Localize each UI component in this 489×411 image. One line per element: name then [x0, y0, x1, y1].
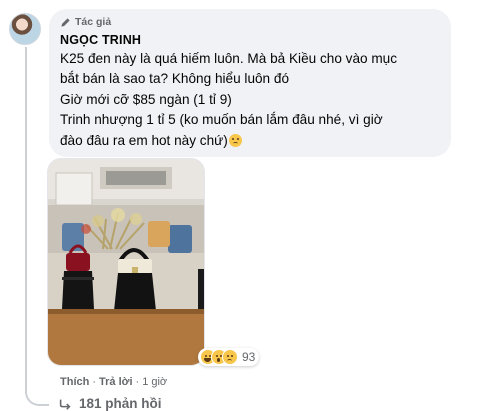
- comment-line: đào đâu ra em hot này chứ): [60, 132, 228, 148]
- sad-face-icon: [228, 133, 242, 147]
- comment-line: Giờ mới cỡ $85 ngàn (1 tỉ 9): [60, 91, 232, 107]
- author-badge-label: Tác giả: [75, 16, 112, 28]
- attached-photo[interactable]: [47, 158, 205, 366]
- author-name[interactable]: NGỌC TRINH: [60, 33, 141, 47]
- author-badge: Tác giả: [60, 16, 111, 28]
- separator-dot: ·: [135, 376, 140, 388]
- reaction-summary[interactable]: 93: [198, 348, 260, 366]
- pencil-icon: [61, 17, 70, 27]
- reply-button[interactable]: Trả lời: [99, 376, 133, 388]
- replies-count-label: 181 phản hồi: [79, 396, 162, 411]
- sad-reaction-icon: [222, 349, 238, 365]
- comment-line: bắt bán là sao ta? Không hiểu luôn đó: [60, 71, 290, 87]
- thread-connector: [25, 386, 49, 406]
- comment-actions: Thích · Trả lời · 1 giờ: [60, 376, 167, 388]
- timestamp[interactable]: 1 giờ: [142, 376, 167, 388]
- reaction-count: 93: [242, 350, 256, 364]
- view-replies-button[interactable]: 181 phản hồi: [58, 396, 162, 411]
- comment-line: Trinh nhượng 1 tỉ 5 (ko muốn bán lắm đâu…: [60, 112, 383, 128]
- comment-line-last: đào đâu ra em hot này chứ): [60, 131, 440, 151]
- separator-dot: ·: [92, 376, 97, 388]
- reply-arrow-icon: [59, 399, 71, 410]
- comment-text: K25 đen này là quá hiếm luôn. Mà bả Kiều…: [60, 49, 440, 151]
- comment-line: K25 đen này là quá hiếm luôn. Mà bả Kiều…: [60, 51, 398, 66]
- handbag-photo-image: [48, 159, 204, 365]
- like-button[interactable]: Thích: [60, 376, 89, 388]
- avatar[interactable]: [9, 13, 41, 45]
- thread-line: [25, 47, 27, 393]
